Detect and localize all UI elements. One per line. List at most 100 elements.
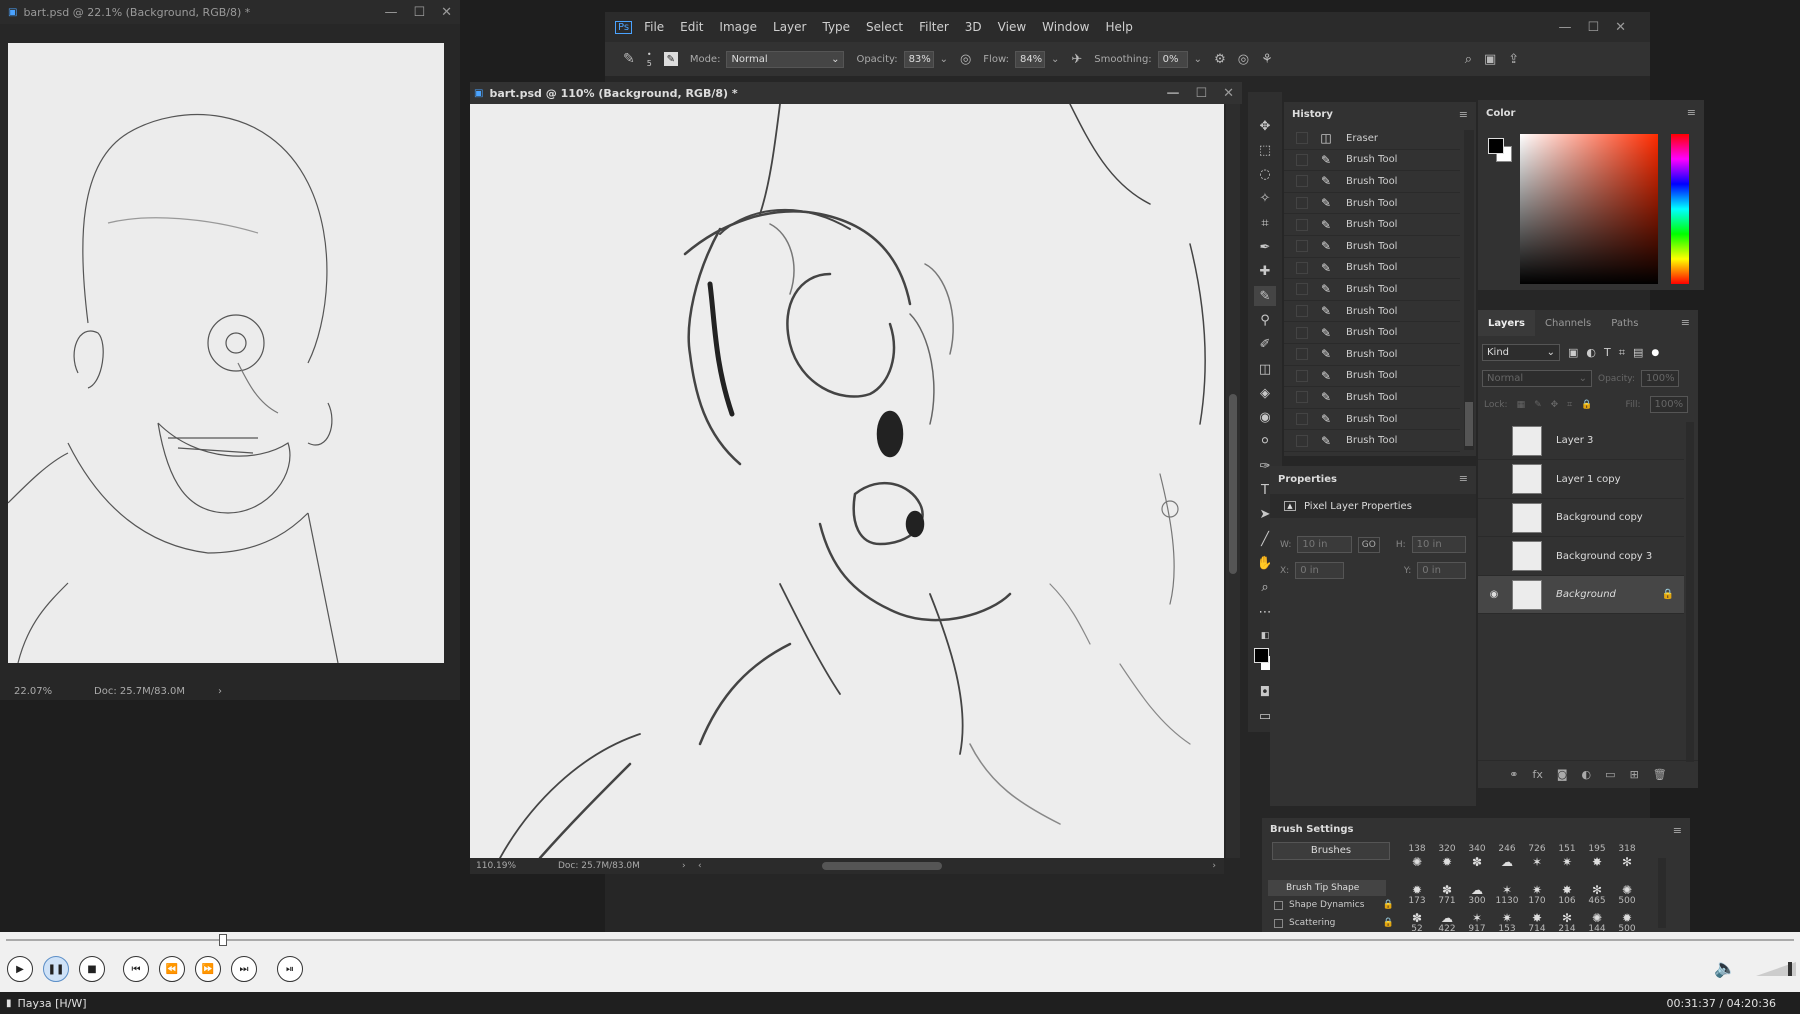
link-icon[interactable]: GO	[1357, 536, 1380, 553]
menu-view[interactable]: View	[998, 20, 1026, 34]
bucket-tool-icon[interactable]: ◈	[1254, 383, 1276, 403]
filter-toggle-icon[interactable]: ●	[1651, 348, 1659, 358]
mask-icon[interactable]: ◙	[1557, 768, 1568, 781]
minimize-icon[interactable]: —	[1166, 86, 1179, 101]
smart-filter-icon[interactable]: ▤	[1633, 346, 1643, 359]
menu-edit[interactable]: Edit	[680, 20, 703, 34]
snapshot-checkbox[interactable]	[1296, 305, 1308, 318]
gear-icon[interactable]: ⚙	[1214, 52, 1226, 67]
brush-preset-size[interactable]: 771	[1432, 896, 1462, 906]
menu-3d[interactable]: 3D	[965, 20, 982, 34]
history-item[interactable]: ✎ Brush Tool	[1284, 171, 1460, 193]
chevron-down-icon[interactable]: ⌄	[940, 54, 948, 65]
new-layer-icon[interactable]: ⊞	[1630, 768, 1639, 781]
layers-scrollbar[interactable]	[1686, 422, 1694, 762]
pressure-size-icon[interactable]: ◎	[1238, 52, 1249, 67]
main-doc-canvas[interactable]	[470, 104, 1224, 858]
foreground-color-swatch[interactable]	[1254, 648, 1269, 663]
horizontal-scroll-thumb[interactable]	[821, 862, 942, 870]
brush-tip-shape[interactable]: Brush Tip Shape	[1268, 880, 1386, 896]
progress-handle[interactable]	[218, 934, 227, 946]
brush-preset-thumbnail[interactable]: ✷	[1559, 856, 1575, 868]
adjustment-layer-icon[interactable]: ◐	[1582, 768, 1592, 781]
healing-tool-icon[interactable]: ✚	[1254, 262, 1276, 282]
snapshot-checkbox[interactable]	[1296, 261, 1308, 274]
history-item[interactable]: ✎ Brush Tool	[1284, 344, 1460, 366]
tab-channels[interactable]: Channels	[1535, 310, 1601, 336]
lock-move-icon[interactable]: ✥	[1551, 400, 1559, 410]
hue-slider[interactable]	[1671, 134, 1689, 284]
kind-select[interactable]: Kind ⌄	[1482, 344, 1560, 361]
lock-icon[interactable]: 🔒	[1383, 918, 1394, 928]
snapshot-checkbox[interactable]	[1296, 283, 1308, 296]
brush-preset-thumbnail[interactable]: ✶	[1529, 856, 1545, 868]
lasso-tool-icon[interactable]: ◌	[1254, 165, 1276, 185]
menu-select[interactable]: Select	[866, 20, 903, 34]
history-item[interactable]: ✎ Brush Tool	[1284, 279, 1460, 301]
foreground-swatch[interactable]	[1488, 138, 1504, 154]
player-progress-bar[interactable]	[0, 932, 1800, 948]
brush-preset-size[interactable]: 173	[1402, 896, 1432, 906]
stop-button[interactable]: ■	[79, 956, 105, 982]
brush-preset-thumbnail[interactable]: ✸	[1559, 884, 1575, 896]
menu-filter[interactable]: Filter	[919, 20, 949, 34]
lock-icon[interactable]: 🔒	[1383, 900, 1394, 910]
shape-dynamics-checkbox[interactable]	[1274, 900, 1283, 910]
brush-preset-size[interactable]: 318	[1612, 844, 1642, 854]
snapshot-checkbox[interactable]	[1296, 175, 1308, 188]
brush-preset-thumbnail[interactable]: ✺	[1619, 884, 1635, 896]
forward-button[interactable]: ⏩	[195, 956, 221, 982]
history-item[interactable]: ✎ Brush Tool	[1284, 322, 1460, 344]
brush-preset-thumbnail[interactable]: ✷	[1499, 912, 1515, 924]
brush-preset-thumbnail[interactable]: ☁	[1499, 856, 1515, 868]
brush-preset-thumbnail[interactable]: ✸	[1529, 912, 1545, 924]
menu-file[interactable]: File	[644, 20, 664, 34]
panel-menu-icon[interactable]: ≡	[1459, 108, 1468, 121]
lock-transparent-icon[interactable]: ▦	[1517, 400, 1526, 410]
main-vertical-scrollbar[interactable]	[1226, 104, 1240, 858]
lock-artboard-icon[interactable]: ⌗	[1567, 400, 1572, 410]
brush-tool-icon[interactable]: ✎	[1254, 286, 1276, 307]
brush-preset-thumbnail[interactable]: ✻	[1559, 912, 1575, 924]
brush-preset-size[interactable]: 106	[1552, 896, 1582, 906]
brush-tool-icon[interactable]: ✎	[623, 51, 635, 67]
snapshot-checkbox[interactable]	[1296, 369, 1308, 382]
shape-filter-icon[interactable]: ⌗	[1619, 346, 1625, 360]
history-item[interactable]: ✎ Brush Tool	[1284, 301, 1460, 323]
maximize-icon[interactable]: ☐	[413, 5, 425, 20]
y-input[interactable]: 0 in	[1417, 562, 1466, 579]
history-item[interactable]: ✎ Brush Tool	[1284, 236, 1460, 258]
color-field[interactable]	[1520, 134, 1658, 284]
brush-preset-thumbnail[interactable]: ✻	[1589, 884, 1605, 896]
history-item[interactable]: ✎ Brush Tool	[1284, 258, 1460, 280]
snapshot-checkbox[interactable]	[1296, 348, 1308, 361]
brush-preset-thumbnail[interactable]: ✽	[1439, 884, 1455, 896]
menu-image[interactable]: Image	[719, 20, 757, 34]
scroll-thumb[interactable]	[1465, 402, 1473, 446]
maximize-icon[interactable]: ☐	[1195, 86, 1207, 101]
stamp-tool-icon[interactable]: ⚲	[1254, 310, 1276, 330]
brush-preset-size[interactable]: 1130	[1492, 896, 1522, 906]
panel-menu-icon[interactable]: ≡	[1673, 824, 1682, 837]
height-input[interactable]: 10 in	[1411, 536, 1466, 553]
brush-preset-thumbnail[interactable]: ✸	[1589, 856, 1605, 868]
close-icon[interactable]: ✕	[1615, 20, 1626, 35]
mode-select[interactable]: Normal ⌄	[726, 50, 845, 68]
brush-preset-size[interactable]: 465	[1582, 896, 1612, 906]
snapshot-checkbox[interactable]	[1296, 132, 1308, 145]
eraser-tool-icon[interactable]: ◫	[1254, 359, 1276, 379]
marquee-tool-icon[interactable]: ⬚	[1254, 140, 1276, 160]
brush-preset-thumbnail[interactable]: ✹	[1409, 884, 1425, 896]
pixel-filter-icon[interactable]: ▣	[1568, 346, 1578, 359]
brush-preset-thumbnail[interactable]: ✶	[1469, 912, 1485, 924]
type-filter-icon[interactable]: T	[1604, 346, 1611, 359]
layer-name[interactable]: Background copy 3	[1556, 551, 1652, 562]
panel-menu-icon[interactable]: ≡	[1681, 316, 1690, 329]
maximize-icon[interactable]: ☐	[1587, 20, 1599, 35]
brush-preset-thumbnail[interactable]: ✻	[1619, 856, 1635, 868]
snapshot-checkbox[interactable]	[1296, 434, 1308, 447]
brush-preset-size[interactable]: 500	[1612, 896, 1642, 906]
chevron-right-icon[interactable]: ›	[1212, 861, 1216, 871]
rewind-button[interactable]: ⏪	[159, 956, 185, 982]
layer-name[interactable]: Background	[1556, 589, 1616, 600]
